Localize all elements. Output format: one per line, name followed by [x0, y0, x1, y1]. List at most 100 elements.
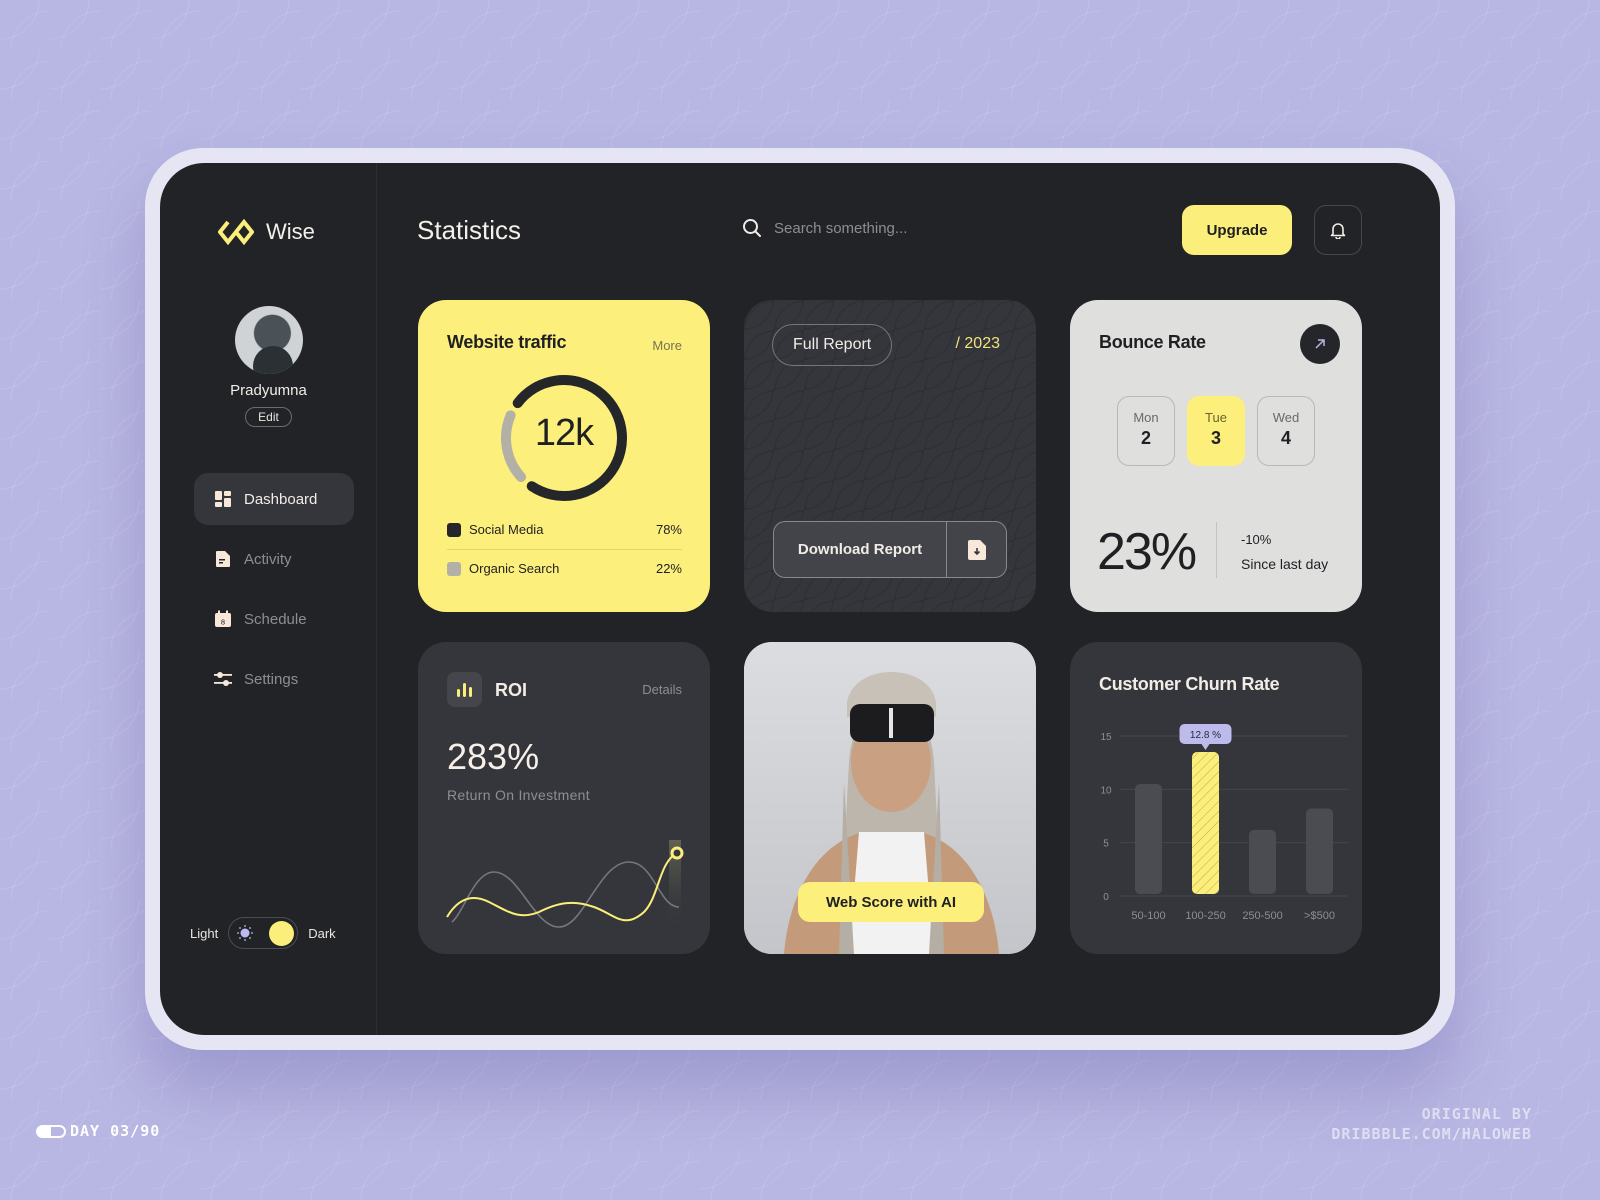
page-title: Statistics	[417, 215, 522, 245]
sidebar-item-label: Dashboard	[244, 490, 318, 508]
bounce-rate-change: -10%	[1241, 532, 1272, 547]
legend-label: Organic Search	[469, 561, 560, 576]
download-file-button[interactable]	[946, 522, 1006, 577]
sidebar-item-dashboard[interactable]: Dashboard	[194, 473, 354, 525]
web-score-card: Web Score with AI	[744, 642, 1036, 954]
sidebar-item-label: Settings	[244, 670, 299, 688]
day-counter-label: DAY 03/90	[70, 1122, 161, 1140]
day-number: 3	[1210, 428, 1221, 448]
day-pill-tue[interactable]: Tue 3	[1187, 396, 1245, 466]
day-name: Wed	[1272, 410, 1300, 425]
roi-label: Return On Investment	[447, 787, 590, 803]
details-link[interactable]: Details	[642, 682, 682, 697]
document-icon	[216, 551, 230, 567]
day-number: 2	[1140, 428, 1151, 448]
profile: Pradyumna Edit	[160, 306, 377, 427]
web-score-button[interactable]: Web Score with AI	[798, 882, 984, 922]
day-name: Tue	[1205, 410, 1227, 425]
profile-name: Pradyumna	[230, 382, 307, 399]
day-number: 4	[1280, 428, 1291, 448]
card-title: ROI	[495, 680, 528, 700]
roi-line	[446, 852, 678, 922]
sidebar-nav: Dashboard Activity 8 Schedule Settings	[194, 473, 354, 713]
card-title: Bounce Rate	[1099, 332, 1206, 352]
churn-rate-card: Customer Churn Rate 0 5 10 15 50-100 100-250 1…	[1070, 642, 1362, 954]
legend-label: Social Media	[469, 522, 544, 537]
bar-250-500[interactable]	[1249, 829, 1276, 894]
dark-label: Dark	[308, 925, 336, 941]
sidebar-item-label: Schedule	[244, 610, 307, 628]
x-tick-label: 100-250	[1185, 910, 1225, 922]
sidebar-item-schedule[interactable]: 8 Schedule	[194, 593, 354, 645]
sidebar: Wise Pradyumna Edit Dashboard Activity 8…	[160, 163, 377, 1035]
roi-value: 283%	[447, 736, 540, 777]
logo[interactable]: Wise	[218, 219, 315, 245]
bar-100-250[interactable]	[1192, 752, 1219, 894]
full-report-button[interactable]: Full Report	[772, 324, 893, 366]
main-content: Statistics Upgrade Website traffic More …	[377, 163, 1440, 1035]
calendar-icon: 8	[215, 610, 231, 627]
search-input[interactable]	[774, 219, 974, 237]
y-tick-label: 10	[1100, 785, 1112, 796]
bell-icon	[1330, 223, 1346, 239]
sidebar-item-label: Activity	[244, 550, 292, 568]
notifications-button[interactable]	[1314, 205, 1362, 255]
theme-switch[interactable]	[228, 917, 299, 949]
expand-button[interactable]	[1300, 324, 1340, 364]
credit-line-2: DRIBBBLE.COM/HALOWEB	[1331, 1125, 1532, 1143]
chart-title: Customer Churn Rate	[1099, 674, 1280, 694]
day-pill-mon[interactable]: Mon 2	[1117, 396, 1175, 466]
download-report-group: Download Report	[773, 521, 1007, 578]
logo-icon	[218, 219, 254, 245]
bar-chart-icon	[447, 672, 482, 707]
sidebar-item-activity[interactable]: Activity	[194, 533, 354, 585]
tooltip-pointer	[1201, 744, 1210, 750]
dashboard-icon	[215, 491, 231, 507]
legend-item-organic-search: Organic Search 22%	[447, 561, 682, 576]
sliders-icon	[214, 672, 232, 686]
roi-card: ROI Details 283% Return On Investment	[418, 642, 710, 954]
search-icon[interactable]	[742, 218, 762, 238]
sidebar-item-settings[interactable]: Settings	[194, 653, 354, 705]
bounce-rate-value: 23%	[1097, 523, 1197, 581]
y-tick-label: 0	[1103, 892, 1109, 903]
day-pill-wed[interactable]: Wed 4	[1257, 396, 1315, 466]
y-tick-label: 5	[1103, 839, 1109, 850]
svg-text:8: 8	[221, 619, 225, 627]
more-link[interactable]: More	[652, 338, 682, 353]
traffic-total: 12k	[534, 412, 594, 454]
y-tick-label: 15	[1100, 732, 1112, 743]
comparison-line	[451, 861, 680, 928]
upgrade-button[interactable]: Upgrade	[1182, 205, 1292, 255]
legend-value: 22%	[655, 561, 682, 576]
legend-swatch	[447, 522, 461, 537]
tooltip-label: 12.8 %	[1190, 730, 1221, 741]
x-tick-label: 250-500	[1242, 910, 1282, 922]
report-year: / 2023	[955, 335, 1000, 352]
card-title: Website traffic	[447, 332, 567, 352]
bounce-rate-since: Since last day	[1241, 556, 1329, 572]
arrow-up-right-icon	[1315, 339, 1325, 349]
divider	[447, 549, 682, 550]
roi-line-chart	[446, 840, 684, 932]
toggle-knob[interactable]	[269, 921, 295, 946]
full-report-card: Full Report / 2023 Download Report	[744, 300, 1036, 612]
bar->$500[interactable]	[1306, 808, 1333, 894]
bounce-rate-card: Bounce Rate Mon 2 Tue 3 Wed 4 23% -10% S…	[1070, 300, 1362, 612]
theme-toggle: Light Dark	[190, 917, 336, 949]
bar-50-100[interactable]	[1135, 784, 1162, 894]
credit-line-1: ORIGINAL BY	[1421, 1105, 1532, 1123]
app-window: Wise Pradyumna Edit Dashboard Activity 8…	[160, 163, 1440, 1035]
download-report-button[interactable]: Download Report	[774, 522, 946, 577]
credit: ORIGINAL BY DRIBBBLE.COM/HALOWEB	[1331, 1104, 1532, 1144]
legend-swatch	[447, 561, 461, 576]
avatar[interactable]	[234, 306, 303, 374]
day-counter: DAY 03/90	[36, 1122, 160, 1140]
app-name: Wise	[266, 219, 315, 244]
churn-bar-chart: 0 5 10 15 50-100 100-250 12.8 % 250-500 >$500	[1100, 724, 1348, 922]
search-bar	[742, 218, 974, 238]
divider	[1216, 522, 1217, 578]
legend-item-social-media: Social Media 78%	[447, 522, 682, 537]
edit-profile-button[interactable]: Edit	[245, 407, 292, 427]
sun-icon	[237, 925, 254, 941]
